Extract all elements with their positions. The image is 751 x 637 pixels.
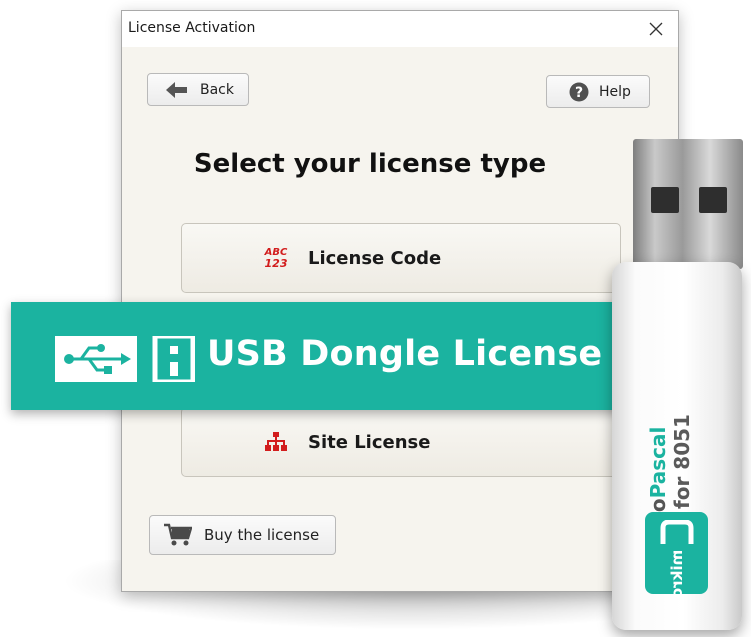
license-code-option[interactable]: ABC 123 License Code: [181, 223, 621, 293]
arrow-left-icon: [166, 81, 187, 98]
license-code-label: License Code: [308, 247, 442, 269]
usb-slot: [651, 187, 679, 213]
brand-name: Pascal: [646, 426, 670, 499]
mikro-logo: mikro: [645, 512, 708, 598]
cart-icon: [164, 523, 192, 546]
license-activation-dialog: License Activation Back ? Help Select yo…: [121, 10, 679, 592]
num-icon-text: 123: [264, 257, 288, 270]
buy-license-button[interactable]: Buy the license: [149, 515, 336, 555]
close-button[interactable]: [634, 11, 678, 47]
usb-connector: [633, 139, 743, 269]
help-label: Help: [599, 83, 631, 100]
window-title: License Activation: [128, 20, 256, 36]
page-heading: Select your license type: [193, 149, 547, 179]
title-bar: License Activation: [122, 11, 678, 47]
network-icon: [260, 432, 292, 452]
usb-dongle-option[interactable]: USB Dongle License: [11, 302, 631, 410]
site-license-label: Site License: [308, 431, 431, 453]
help-icon: ?: [569, 82, 589, 101]
svg-text:?: ?: [575, 85, 583, 101]
help-button[interactable]: ? Help: [546, 75, 650, 108]
back-label: Back: [200, 81, 234, 98]
back-button[interactable]: Back: [147, 73, 249, 106]
mikro-logo-text: mikro: [667, 549, 686, 599]
usb-slot: [699, 187, 727, 213]
usb-dongle-label: USB Dongle License: [207, 334, 603, 374]
usb-dongle-icon: [55, 336, 195, 382]
site-license-option[interactable]: Site License: [181, 407, 621, 477]
buy-license-label: Buy the license: [204, 526, 320, 544]
close-icon: [649, 22, 663, 36]
abc-123-icon: ABC 123: [260, 247, 292, 269]
